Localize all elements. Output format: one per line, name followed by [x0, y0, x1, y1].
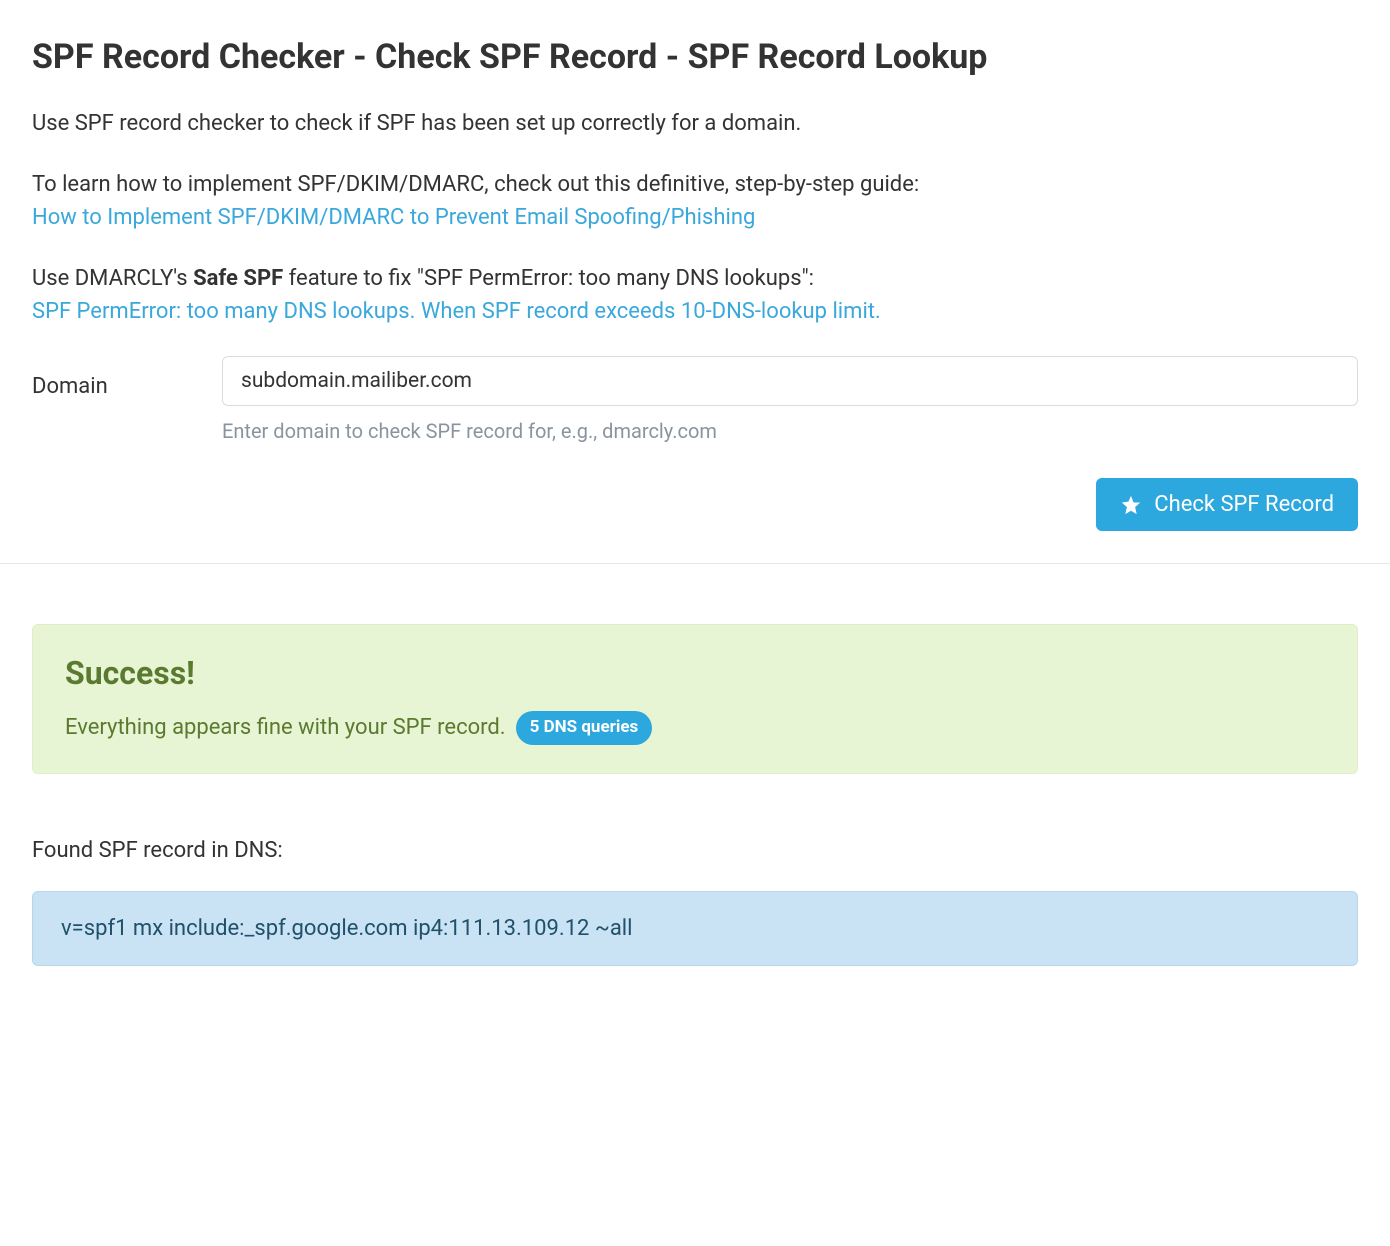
page-title: SPF Record Checker - Check SPF Record - … [32, 32, 1358, 83]
guide-intro-text: To learn how to implement SPF/DKIM/DMARC… [32, 172, 919, 197]
domain-field-wrapper: Enter domain to check SPF record for, e.… [222, 356, 1358, 446]
spf-record-box: v=spf1 mx include:_spf.google.com ip4:11… [32, 891, 1358, 966]
safespf-pre: Use DMARCLY's [32, 266, 193, 291]
success-title: Success! [65, 649, 1325, 697]
check-spf-button[interactable]: Check SPF Record [1096, 478, 1358, 531]
guide-link[interactable]: How to Implement SPF/DKIM/DMARC to Preve… [32, 205, 755, 230]
check-spf-button-label: Check SPF Record [1154, 492, 1334, 517]
domain-input[interactable] [222, 356, 1358, 406]
button-row: Check SPF Record [32, 478, 1358, 531]
safespf-bold: Safe SPF [193, 266, 283, 291]
found-record-heading: Found SPF record in DNS: [32, 834, 1358, 867]
guide-paragraph: To learn how to implement SPF/DKIM/DMARC… [32, 168, 1358, 234]
success-body: Everything appears fine with your SPF re… [65, 711, 1325, 745]
success-alert: Success! Everything appears fine with yo… [32, 624, 1358, 774]
dns-queries-badge: 5 DNS queries [516, 711, 653, 745]
intro-text: Use SPF record checker to check if SPF h… [32, 107, 1358, 140]
domain-label: Domain [32, 356, 222, 403]
domain-help-text: Enter domain to check SPF record for, e.… [222, 416, 1358, 446]
star-icon [1120, 494, 1142, 516]
safespf-paragraph: Use DMARCLY's Safe SPF feature to fix "S… [32, 262, 1358, 328]
safespf-post: feature to fix "SPF PermError: too many … [283, 266, 814, 291]
section-divider [0, 563, 1390, 564]
domain-form-row: Domain Enter domain to check SPF record … [32, 356, 1358, 446]
success-message: Everything appears fine with your SPF re… [65, 711, 506, 744]
permerror-link[interactable]: SPF PermError: too many DNS lookups. Whe… [32, 299, 881, 324]
